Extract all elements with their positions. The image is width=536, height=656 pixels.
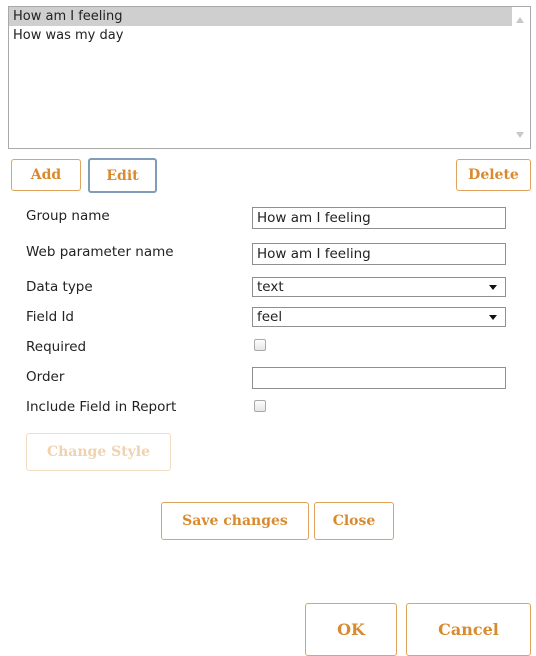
web-parameter-name-label: Web parameter name bbox=[26, 244, 174, 260]
scroll-down-icon[interactable] bbox=[516, 132, 524, 138]
field-id-select[interactable]: feel bbox=[252, 307, 506, 327]
change-style-button[interactable]: Change Style bbox=[26, 433, 171, 471]
required-checkbox[interactable] bbox=[254, 339, 266, 351]
group-listbox[interactable]: How am I feeling How was my day bbox=[8, 6, 531, 149]
order-input[interactable] bbox=[252, 367, 506, 389]
chevron-down-icon bbox=[489, 285, 497, 290]
scroll-up-icon[interactable] bbox=[516, 17, 524, 23]
data-type-label: Data type bbox=[26, 279, 93, 295]
field-id-value: feel bbox=[257, 309, 283, 325]
web-parameter-name-input[interactable]: How am I feeling bbox=[252, 243, 506, 265]
field-id-label: Field Id bbox=[26, 309, 75, 325]
group-name-input[interactable]: How am I feeling bbox=[252, 207, 506, 229]
delete-button[interactable]: Delete bbox=[456, 159, 531, 191]
listbox-items: How am I feeling How was my day bbox=[9, 7, 512, 45]
include-field-in-report-label: Include Field in Report bbox=[26, 399, 177, 415]
listbox-scrollbar[interactable] bbox=[512, 7, 530, 148]
list-item[interactable]: How was my day bbox=[9, 26, 512, 45]
list-item[interactable]: How am I feeling bbox=[9, 7, 512, 26]
order-label: Order bbox=[26, 369, 65, 385]
edit-button[interactable]: Edit bbox=[88, 158, 157, 193]
close-button[interactable]: Close bbox=[314, 502, 394, 540]
include-field-in-report-checkbox[interactable] bbox=[254, 400, 266, 412]
data-type-value: text bbox=[257, 279, 284, 295]
group-name-label: Group name bbox=[26, 208, 110, 224]
data-type-select[interactable]: text bbox=[252, 277, 506, 297]
add-button[interactable]: Add bbox=[11, 159, 81, 191]
cancel-button[interactable]: Cancel bbox=[406, 603, 531, 656]
required-label: Required bbox=[26, 339, 87, 355]
chevron-down-icon bbox=[489, 315, 497, 320]
ok-button[interactable]: OK bbox=[305, 603, 397, 656]
save-changes-button[interactable]: Save changes bbox=[161, 502, 309, 540]
